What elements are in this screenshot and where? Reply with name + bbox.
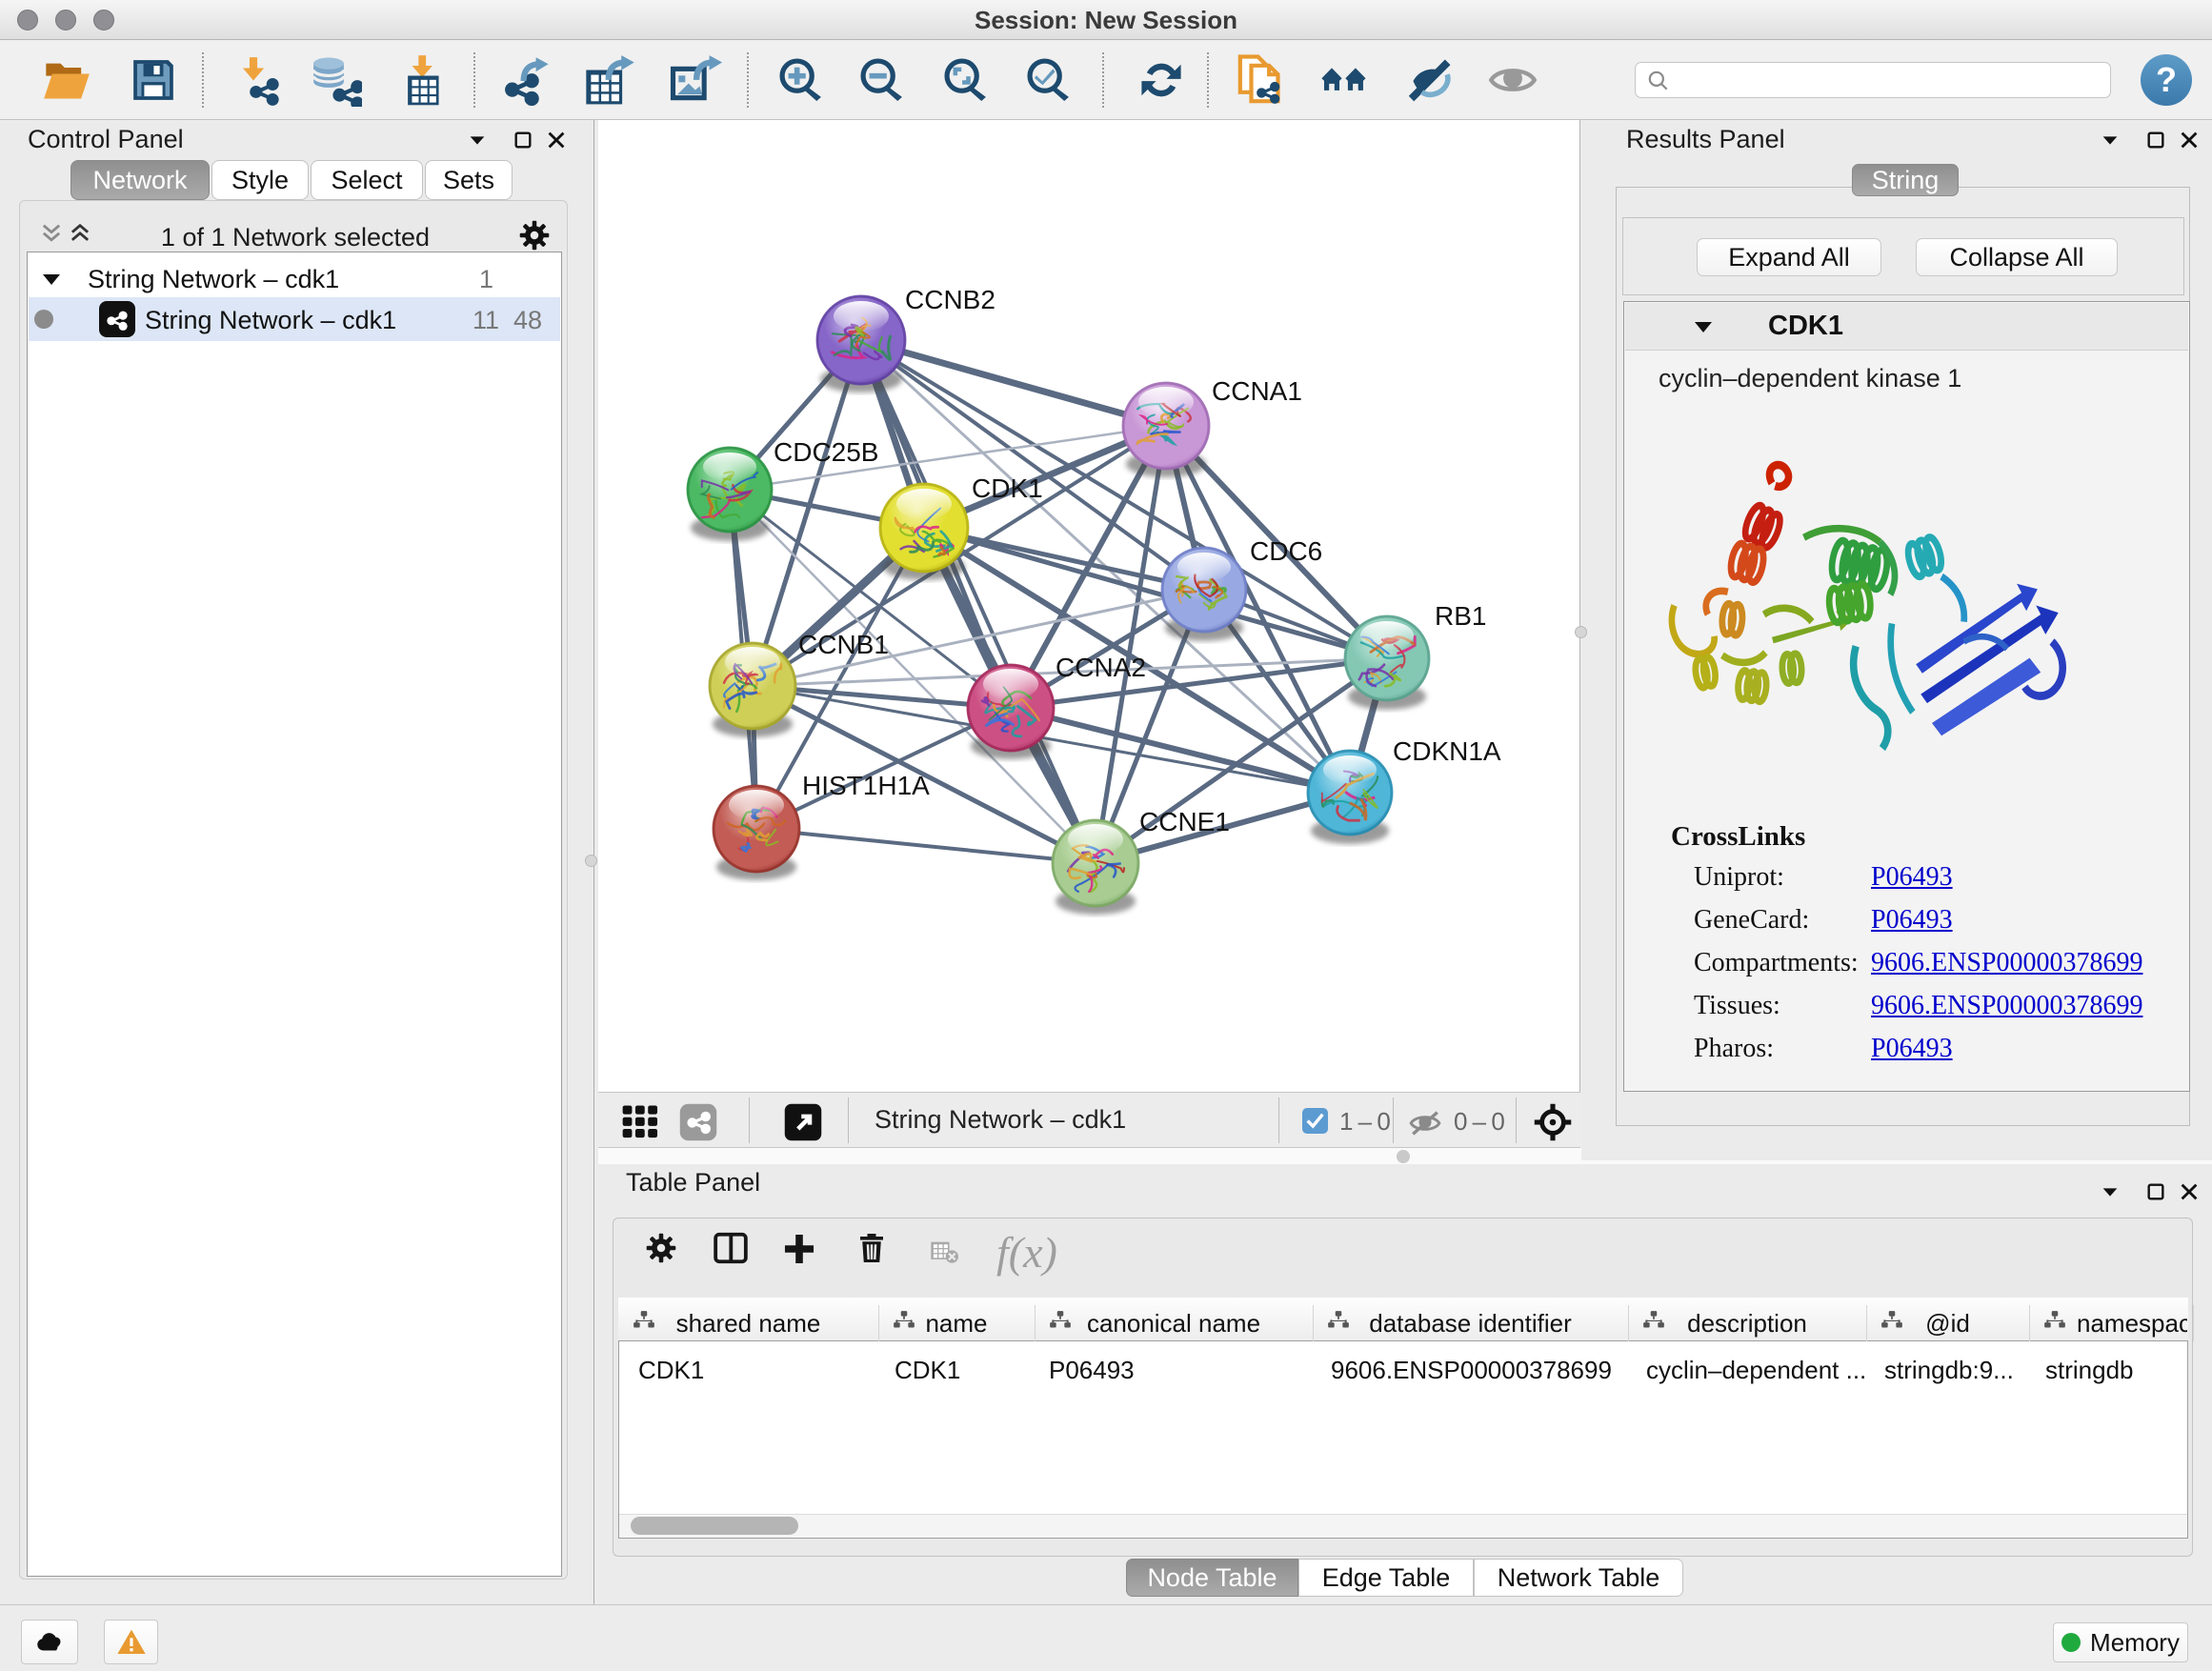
svg-text:CDC6: CDC6 xyxy=(1250,536,1322,566)
svg-text:CCNA2: CCNA2 xyxy=(1056,653,1146,682)
svg-text:RB1: RB1 xyxy=(1435,601,1486,631)
svg-text:CDC25B: CDC25B xyxy=(774,437,878,467)
svg-text:CCNB1: CCNB1 xyxy=(798,630,889,659)
svg-text:CCNE1: CCNE1 xyxy=(1139,807,1230,836)
svg-text:HIST1H1A: HIST1H1A xyxy=(802,771,930,800)
svg-text:CDKN1A: CDKN1A xyxy=(1393,736,1501,766)
svg-text:CCNA1: CCNA1 xyxy=(1212,376,1302,406)
svg-text:CDK1: CDK1 xyxy=(972,473,1043,503)
svg-text:CCNB2: CCNB2 xyxy=(905,285,995,314)
